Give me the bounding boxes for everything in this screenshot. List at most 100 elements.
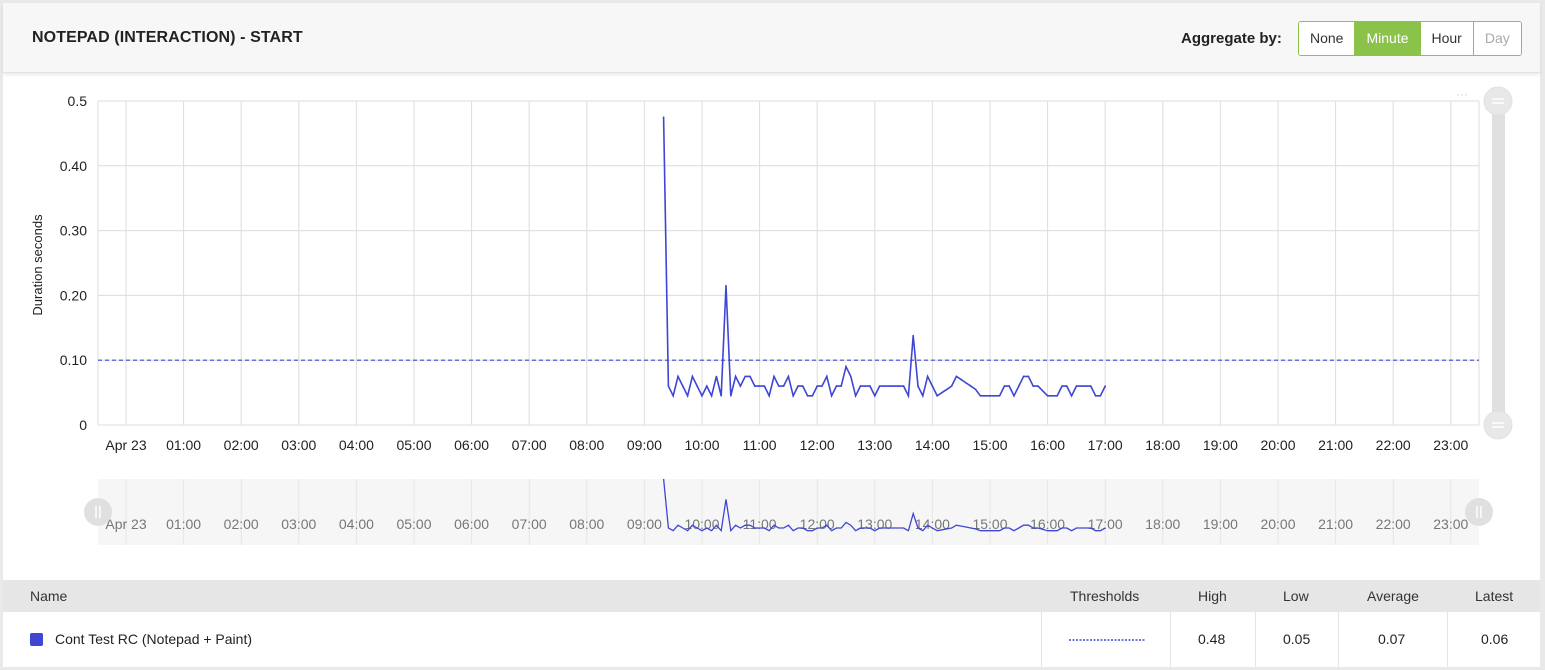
vertical-scroll-track[interactable] bbox=[1492, 101, 1505, 425]
data-point bbox=[960, 378, 962, 381]
column-header-thresholds[interactable]: Thresholds bbox=[1070, 580, 1139, 612]
table-header: Name Thresholds High Low Average Latest bbox=[3, 580, 1540, 612]
data-point bbox=[830, 395, 833, 397]
low-value: 0.05 bbox=[1283, 631, 1311, 647]
data-point bbox=[946, 388, 948, 391]
column-divider bbox=[1255, 612, 1256, 667]
navigator-tick-label: 03:00 bbox=[281, 516, 316, 532]
navigator-tick-label: 21:00 bbox=[1318, 516, 1353, 532]
x-tick-label: 06:00 bbox=[454, 437, 489, 453]
data-point bbox=[893, 385, 895, 387]
data-point bbox=[922, 395, 924, 397]
data-point bbox=[845, 365, 847, 368]
data-point bbox=[1046, 395, 1049, 397]
aggregate-none-button[interactable]: None bbox=[1299, 22, 1356, 55]
data-point bbox=[806, 395, 809, 397]
data-point bbox=[965, 382, 967, 384]
data-point bbox=[1013, 395, 1015, 397]
x-tick-label: 18:00 bbox=[1145, 437, 1180, 453]
latest-value: 0.06 bbox=[1481, 631, 1509, 647]
data-point bbox=[869, 385, 871, 387]
data-point bbox=[1018, 385, 1020, 387]
navigator-left-handle[interactable] bbox=[84, 498, 112, 526]
data-point bbox=[1056, 395, 1058, 397]
data-point bbox=[941, 391, 943, 394]
vertical-scroll-bottom-handle[interactable] bbox=[1483, 410, 1513, 440]
data-point bbox=[797, 385, 799, 387]
x-tick-label: 07:00 bbox=[512, 437, 547, 453]
data-point bbox=[898, 385, 900, 387]
chart-menu-icon[interactable]: ··· bbox=[1456, 87, 1468, 101]
data-point bbox=[840, 385, 842, 387]
data-point bbox=[1075, 385, 1078, 387]
navigator-tick-label: 06:00 bbox=[454, 516, 489, 532]
vertical-scroll-top-handle[interactable] bbox=[1483, 86, 1513, 116]
x-tick-label: 13:00 bbox=[857, 437, 892, 453]
aggregate-day-button: Day bbox=[1473, 22, 1521, 55]
navigator-tick-label: 13:00 bbox=[857, 516, 892, 532]
y-axis-label: Duration seconds bbox=[30, 214, 45, 316]
data-point bbox=[672, 395, 674, 397]
data-point bbox=[1080, 385, 1082, 387]
data-point bbox=[667, 385, 670, 387]
y-tick-label: 0.40 bbox=[60, 158, 87, 174]
data-point bbox=[744, 375, 746, 378]
column-header-name[interactable]: Name bbox=[30, 580, 67, 612]
y-tick-label: 0.30 bbox=[60, 223, 87, 239]
navigator-tick-label: 18:00 bbox=[1145, 516, 1180, 532]
navigator-tick-label: Apr 23 bbox=[105, 516, 146, 532]
data-point bbox=[749, 375, 751, 378]
x-tick-label: 03:00 bbox=[281, 437, 316, 453]
data-point bbox=[677, 375, 679, 378]
data-point bbox=[907, 395, 910, 397]
x-tick-label: 08:00 bbox=[569, 437, 604, 453]
column-divider bbox=[1338, 612, 1339, 667]
x-tick-label: 16:00 bbox=[1030, 437, 1065, 453]
navigator-background[interactable] bbox=[98, 479, 1479, 545]
line-chart: 0 0.10 0.20 0.30 0.40 0.5 Apr 23 01:00 02:00 03:… bbox=[30, 86, 1513, 545]
data-point bbox=[998, 395, 1001, 397]
navigator-tick-label: 23:00 bbox=[1433, 516, 1468, 532]
column-header-latest[interactable]: Latest bbox=[1475, 580, 1513, 612]
table-row[interactable]: Cont Test RC (Notepad + Paint) 0.48 0.05… bbox=[3, 612, 1540, 667]
navigator-tick-label: 22:00 bbox=[1376, 516, 1411, 532]
data-point bbox=[859, 385, 862, 387]
navigator-tick-label: 05:00 bbox=[396, 516, 431, 532]
column-header-high[interactable]: High bbox=[1198, 580, 1227, 612]
data-point bbox=[792, 395, 794, 397]
x-tick-label: 23:00 bbox=[1433, 437, 1468, 453]
x-tick-label: 15:00 bbox=[972, 437, 1007, 453]
x-tick-label: 11:00 bbox=[743, 437, 777, 453]
data-point bbox=[754, 385, 756, 387]
series-line bbox=[662, 117, 1106, 399]
data-point bbox=[1066, 385, 1068, 387]
series-name: Cont Test RC (Notepad + Paint) bbox=[55, 631, 253, 647]
series-color-swatch bbox=[30, 633, 43, 646]
x-tick-label: 04:00 bbox=[339, 437, 374, 453]
data-point bbox=[979, 395, 982, 397]
column-divider bbox=[1170, 612, 1171, 667]
data-point bbox=[701, 395, 703, 397]
x-tick-label: Apr 23 bbox=[105, 437, 146, 453]
data-point bbox=[778, 385, 780, 387]
column-header-average[interactable]: Average bbox=[1367, 580, 1419, 612]
aggregate-button-group: None Minute Hour Day bbox=[1298, 21, 1522, 56]
data-point bbox=[1022, 375, 1025, 378]
x-tick-label: 14:00 bbox=[915, 437, 950, 453]
navigator-tick-label: 11:00 bbox=[743, 516, 777, 532]
column-header-low[interactable]: Low bbox=[1283, 580, 1309, 612]
data-point bbox=[715, 375, 718, 378]
data-point bbox=[662, 116, 665, 118]
aggregate-minute-button[interactable]: Minute bbox=[1355, 22, 1421, 55]
data-point bbox=[787, 375, 790, 378]
data-point bbox=[1099, 395, 1102, 397]
aggregate-hour-button[interactable]: Hour bbox=[1420, 22, 1474, 55]
data-point bbox=[1090, 385, 1092, 387]
navigator-right-handle[interactable] bbox=[1465, 498, 1493, 526]
x-tick-label: 10:00 bbox=[684, 437, 719, 453]
data-point bbox=[902, 385, 905, 387]
data-point bbox=[926, 375, 929, 378]
data-point bbox=[984, 395, 986, 397]
y-tick-label: 0 bbox=[79, 417, 87, 433]
data-point bbox=[1037, 385, 1039, 387]
